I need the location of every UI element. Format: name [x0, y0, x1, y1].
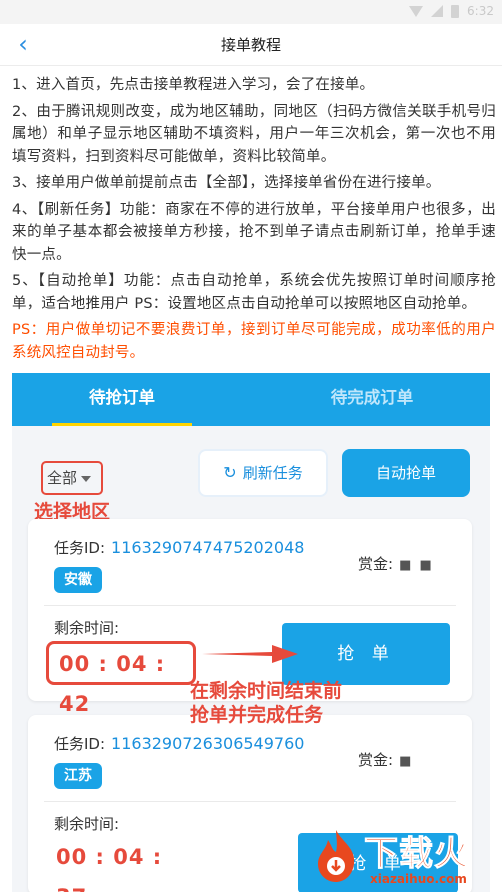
order-tabs: 待抢订单 待完成订单	[12, 373, 490, 426]
reward: 赏金: ■ ■	[358, 553, 434, 574]
countdown-timer: 00 : 04 : 37	[56, 845, 163, 892]
grab-annotation-line-2: 抢单并完成任务	[190, 704, 324, 726]
task-id-label: 任务ID:	[54, 539, 106, 557]
instruction-step-2: 2、由于腾讯规则改变，成为地区辅助，同地区（扫码方微信关联手机号归属地）和单子显…	[12, 103, 496, 165]
refresh-task-button: ↻ 刷新任务	[198, 449, 328, 497]
instruction-step-1: 1、进入首页，先点击接单教程进入学习，会了在接单。	[12, 77, 375, 93]
instructions: 1、进入首页，先点击接单教程进入学习，会了在接单。 2、由于腾讯规则改变，成为地…	[12, 74, 496, 368]
task-id: 任务ID: 1163290726306549760	[54, 733, 304, 754]
countdown-timer: 00 : 04 : 42	[46, 641, 196, 716]
tab-pending-grab: 待抢订单	[52, 373, 192, 426]
auto-grab-button: 自动抢单	[342, 449, 470, 497]
page-title: 接单教程	[220, 36, 281, 54]
grab-annotation-line-1: 在剩余时间结束前	[190, 680, 343, 702]
flame-logo-icon	[318, 830, 355, 882]
wifi-icon	[409, 5, 424, 17]
province-badge: 安徽	[54, 567, 102, 593]
order-card: 任务ID: 1163290747475202048 赏金: ■ ■ 安徽 剩余时间:…	[28, 519, 472, 716]
watermark-domain: xiazaihuo.com	[370, 872, 467, 886]
watermark: 下载火 xiazaihuo.com	[300, 824, 500, 892]
task-id-value: 1163290726306549760	[111, 734, 305, 753]
tutorial-screenshot: 待抢订单 待完成订单 全部 选择地区 ↻ 刷新任务 自动抢单 任务ID: 11632…	[12, 373, 490, 892]
instruction-step-3: 3、接单用户做单前提前点击【全部】，选择接单省份在进行接单。	[12, 175, 441, 191]
tab-pending-grab-label: 待抢订单	[89, 388, 155, 407]
nav-bar: ‹ 接单教程	[0, 24, 502, 66]
card-divider	[44, 801, 456, 802]
province-badge: 江苏	[54, 763, 102, 789]
instruction-step-4: 4、【刷新任务】功能：商家在不停的进行放单，平台接单用户也很多，出来的单子基本都…	[12, 201, 496, 263]
task-id: 任务ID: 1163290747475202048	[54, 537, 304, 558]
tab-underline	[52, 423, 192, 426]
region-dropdown: 全部	[41, 461, 103, 495]
card-divider	[44, 605, 456, 606]
reward-label: 赏金:	[358, 555, 394, 573]
status-icons: 6:32	[409, 4, 494, 18]
status-bar: 6:32	[0, 0, 502, 24]
grab-order-button: 抢 单	[282, 623, 450, 685]
watermark-brand: 下载火	[364, 834, 469, 875]
remaining-time-label: 剩余时间:	[54, 815, 120, 833]
remaining-time-label: 剩余时间:	[54, 619, 120, 637]
caret-down-icon	[81, 475, 92, 482]
status-time: 6:32	[467, 4, 494, 18]
battery-icon	[451, 4, 460, 18]
region-value: 全部	[47, 469, 78, 487]
task-id-value: 1163290747475202048	[111, 538, 305, 557]
task-id-label: 任务ID:	[54, 735, 106, 753]
reward-label: 赏金:	[358, 751, 394, 769]
signal-icon	[431, 5, 444, 17]
reward: 赏金: ■	[358, 749, 413, 770]
arrow-right-icon	[202, 645, 298, 663]
refresh-icon: ↻	[223, 463, 237, 482]
ps-warning: PS：用户做单切记不要浪费订单，接到订单尽可能完成，成功率低的用户系统风控自动封…	[12, 322, 496, 361]
refresh-task-label: 刷新任务	[242, 464, 303, 482]
tab-pending-complete: 待完成订单	[330, 388, 414, 407]
grab-annotation: 在剩余时间结束前 抢单并完成任务	[190, 679, 342, 727]
reward-value: ■	[399, 754, 414, 769]
reward-value: ■ ■	[399, 558, 434, 573]
instruction-step-5: 5、【自动抢单】功能：点击自动抢单，系统会优先按照订单时间顺序抢单，适合地推用户…	[12, 273, 496, 312]
